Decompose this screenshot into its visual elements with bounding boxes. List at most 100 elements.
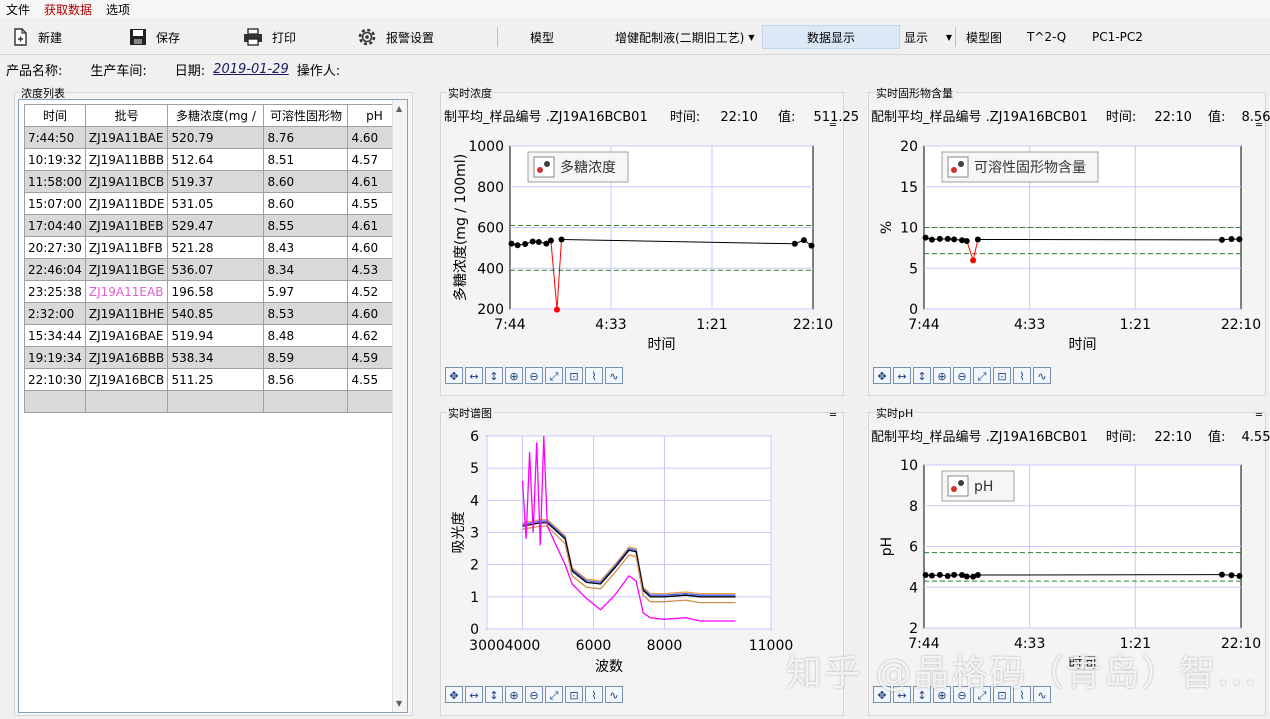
column-header-time[interactable]: 时间 — [24, 104, 86, 127]
table-row[interactable]: 2:32:00 ZJ19A11BHE 540.85 8.53 4.60 — [24, 302, 402, 325]
data-point[interactable] — [1218, 571, 1225, 578]
data-point[interactable] — [553, 306, 560, 313]
reset-icon[interactable]: ∿ — [605, 367, 623, 384]
data-point[interactable] — [800, 237, 807, 244]
fit-icon[interactable]: ⤢ — [545, 686, 563, 703]
zoom-vertical-icon[interactable]: ↕ — [485, 367, 503, 384]
cursor-icon[interactable]: ⌇ — [585, 367, 603, 384]
spectrum-chart[interactable]: 01234563000 4000 6000 8000 11000波数吸光度 — [441, 424, 843, 682]
concentration-chart[interactable]: 200 400 600 800 1000 7:44 4:33 1:21 22:10 多糖浓度时间 多… — [441, 124, 843, 364]
data-point[interactable] — [944, 573, 951, 580]
data-point[interactable] — [922, 572, 929, 579]
table-row[interactable]: 10:19:32 ZJ19A11BBB 512.64 8.51 4.57 — [24, 148, 402, 171]
table-row[interactable]: 22:10:30 ZJ19A16BCB 511.25 8.56 4.55 — [24, 368, 402, 391]
zoom-vertical-icon[interactable]: ↕ — [485, 686, 503, 703]
zoom-horizontal-icon[interactable]: ↔ — [465, 686, 483, 703]
data-point[interactable] — [1228, 572, 1235, 579]
scroll-up-icon[interactable]: ▲ — [396, 104, 402, 113]
zoom-horizontal-icon[interactable]: ↔ — [893, 367, 911, 384]
data-point[interactable] — [514, 242, 521, 249]
menu-get-data[interactable]: 获取数据 — [44, 1, 92, 18]
date-value[interactable]: 2019-01-29 — [213, 62, 289, 77]
table-row[interactable]: 17:04:40 ZJ19A11BEB 529.47 8.55 4.61 — [24, 214, 402, 237]
pan-icon[interactable]: ✥ — [873, 367, 891, 384]
alarm-settings-button[interactable]: 报警设置 — [356, 25, 434, 49]
vertical-scrollbar[interactable]: ▲ ▼ — [392, 100, 407, 712]
data-point[interactable] — [558, 236, 565, 243]
zoom-in-icon[interactable]: ⊕ — [505, 367, 523, 384]
data-point[interactable] — [522, 241, 529, 248]
data-point[interactable] — [547, 237, 554, 244]
pc1-pc2-button[interactable]: PC1-PC2 — [1092, 25, 1143, 49]
zoom-out-icon[interactable]: ⊖ — [953, 367, 971, 384]
column-header-batch[interactable]: 批号 — [84, 104, 169, 127]
data-point[interactable] — [791, 240, 798, 247]
data-point[interactable] — [936, 571, 943, 578]
data-point[interactable] — [974, 572, 981, 579]
print-button[interactable]: 打印 — [242, 25, 296, 49]
fit-icon[interactable]: ⤢ — [973, 367, 991, 384]
fit-icon[interactable]: ⤢ — [545, 367, 563, 384]
data-point[interactable] — [970, 257, 977, 264]
display-select[interactable]: 显示 ▼ — [904, 27, 952, 47]
column-header-polysaccharide[interactable]: 多糖浓度(mg / — [167, 104, 265, 127]
pin-icon[interactable]: ═ — [830, 120, 836, 131]
zoom-horizontal-icon[interactable]: ↔ — [465, 367, 483, 384]
data-point[interactable] — [944, 235, 951, 242]
reset-icon[interactable]: ∿ — [605, 686, 623, 703]
data-point[interactable] — [951, 571, 958, 578]
zoom-in-icon[interactable]: ⊕ — [933, 367, 951, 384]
data-point[interactable] — [535, 238, 542, 245]
cursor-icon[interactable]: ⌇ — [585, 686, 603, 703]
data-point[interactable] — [974, 236, 981, 243]
data-point[interactable] — [922, 234, 929, 241]
zoom-out-icon[interactable]: ⊖ — [525, 367, 543, 384]
scroll-down-icon[interactable]: ▼ — [396, 699, 402, 708]
save-button[interactable]: 保存 — [128, 25, 180, 49]
table-row[interactable]: 15:34:44 ZJ19A16BAE 519.94 8.48 4.62 — [24, 324, 402, 347]
data-point[interactable] — [1236, 573, 1243, 580]
model-select[interactable]: 增健配制液(二期旧工艺) ▼ — [615, 27, 760, 47]
data-point[interactable] — [928, 236, 935, 243]
data-point[interactable] — [529, 238, 536, 245]
pin-icon[interactable]: ═ — [830, 410, 836, 421]
data-point[interactable] — [951, 236, 958, 243]
menu-options[interactable]: 选项 — [106, 1, 130, 18]
data-point[interactable] — [963, 238, 970, 245]
zoom-vertical-icon[interactable]: ↕ — [913, 367, 931, 384]
menu-file[interactable]: 文件 — [6, 1, 30, 18]
reset-icon[interactable]: ∿ — [1033, 367, 1051, 384]
auto-scale-icon[interactable]: ⊡ — [565, 686, 583, 703]
table-row[interactable]: 22:46:04 ZJ19A11BGE 536.07 8.34 4.53 — [24, 258, 402, 281]
data-point[interactable] — [963, 573, 970, 580]
data-point[interactable] — [936, 235, 943, 242]
zoom-in-icon[interactable]: ⊕ — [505, 686, 523, 703]
model-chart-button[interactable]: 模型图 — [966, 25, 1002, 49]
pin-icon[interactable]: ═ — [1256, 120, 1262, 131]
table-row[interactable]: 23:25:38 ZJ19A11EAB 196.58 5.97 4.52 — [24, 280, 402, 303]
data-point[interactable] — [1228, 235, 1235, 242]
table-row[interactable]: 19:19:34 ZJ19A16BBB 538.34 8.59 4.59 — [24, 346, 402, 369]
data-display-button[interactable]: 数据显示 — [762, 25, 900, 49]
auto-scale-icon[interactable]: ⊡ — [993, 367, 1011, 384]
new-button[interactable]: 新建 — [10, 25, 62, 49]
pan-icon[interactable]: ✥ — [445, 367, 463, 384]
table-row[interactable] — [24, 390, 402, 413]
pan-icon[interactable]: ✥ — [445, 686, 463, 703]
data-point[interactable] — [1218, 236, 1225, 243]
table-row[interactable]: 11:58:00 ZJ19A11BCB 519.37 8.60 4.61 — [24, 170, 402, 193]
solids-chart[interactable]: 0 5 10 15 20 7:44 4:33 1:21 22:10 可溶性固形物含量时间% — [869, 124, 1265, 364]
data-point[interactable] — [1236, 236, 1243, 243]
table-row[interactable]: 7:44:50 ZJ19A11BAE 520.79 8.76 4.60 — [24, 126, 402, 149]
table-row[interactable]: 20:27:30 ZJ19A11BFB 521.28 8.43 4.60 — [24, 236, 402, 259]
t2q-button[interactable]: T^2-Q — [1027, 25, 1066, 49]
column-header-soluble-solids[interactable]: 可溶性固形物 — [263, 104, 349, 127]
auto-scale-icon[interactable]: ⊡ — [565, 367, 583, 384]
pin-icon[interactable]: ═ — [1256, 410, 1262, 421]
cursor-icon[interactable]: ⌇ — [1013, 367, 1031, 384]
data-point[interactable] — [508, 240, 515, 247]
zoom-out-icon[interactable]: ⊖ — [525, 686, 543, 703]
data-point[interactable] — [808, 242, 815, 249]
data-point[interactable] — [928, 572, 935, 579]
table-row[interactable]: 15:07:00 ZJ19A11BDE 531.05 8.60 4.55 — [24, 192, 402, 215]
